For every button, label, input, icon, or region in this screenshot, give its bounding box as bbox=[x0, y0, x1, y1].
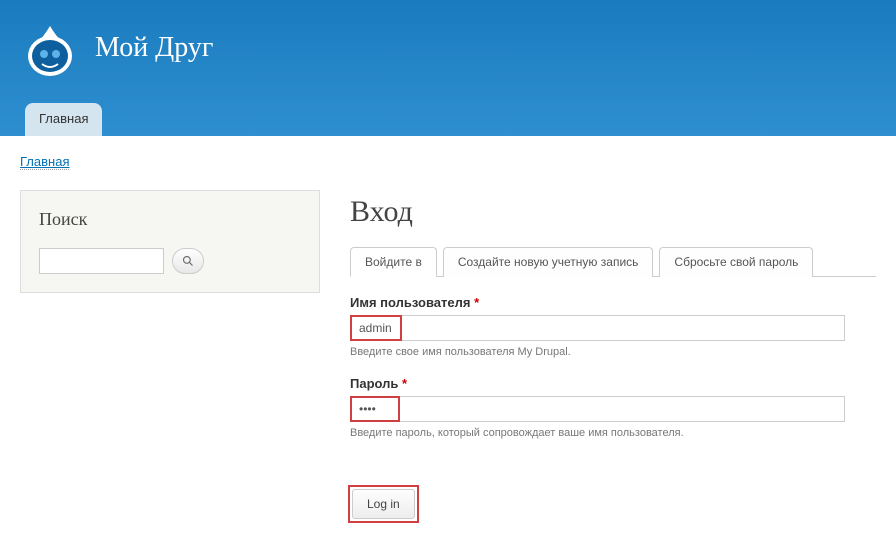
site-logo-icon bbox=[20, 18, 80, 78]
breadcrumb-home-link[interactable]: Главная bbox=[20, 154, 69, 170]
tab-register[interactable]: Создайте новую учетную запись bbox=[443, 247, 654, 277]
tab-login[interactable]: Войдите в bbox=[350, 247, 437, 277]
search-button[interactable] bbox=[172, 248, 204, 274]
search-heading: Поиск bbox=[39, 209, 301, 230]
page-title: Вход bbox=[350, 195, 876, 229]
tabs: Войдите в Создайте новую учетную запись … bbox=[350, 247, 876, 277]
username-label: Имя пользователя * bbox=[350, 295, 876, 310]
site-name: Мой Друг bbox=[95, 32, 213, 64]
password-help-text: Введите пароль, который сопровождает ваш… bbox=[350, 427, 876, 439]
sidebar: Поиск bbox=[20, 190, 320, 293]
username-help-text: Введите свое имя пользователя My Drupal. bbox=[350, 346, 876, 358]
search-input[interactable] bbox=[39, 248, 164, 274]
search-icon bbox=[182, 255, 194, 267]
password-field[interactable] bbox=[350, 396, 845, 422]
password-label: Пароль * bbox=[350, 376, 876, 391]
site-header: Мой Друг Главная bbox=[0, 0, 896, 136]
breadcrumb: Главная bbox=[0, 136, 896, 170]
required-marker: * bbox=[474, 295, 479, 310]
login-button[interactable]: Log in bbox=[352, 489, 415, 519]
primary-nav: Главная bbox=[0, 103, 896, 136]
required-marker: * bbox=[402, 376, 407, 391]
submit-highlight: Log in bbox=[350, 487, 417, 521]
tab-reset-password[interactable]: Сбросьте свой пароль bbox=[659, 247, 813, 277]
main-content: Вход Войдите в Создайте новую учетную за… bbox=[350, 190, 876, 521]
username-field[interactable] bbox=[350, 315, 845, 341]
nav-tab-home[interactable]: Главная bbox=[25, 103, 102, 136]
